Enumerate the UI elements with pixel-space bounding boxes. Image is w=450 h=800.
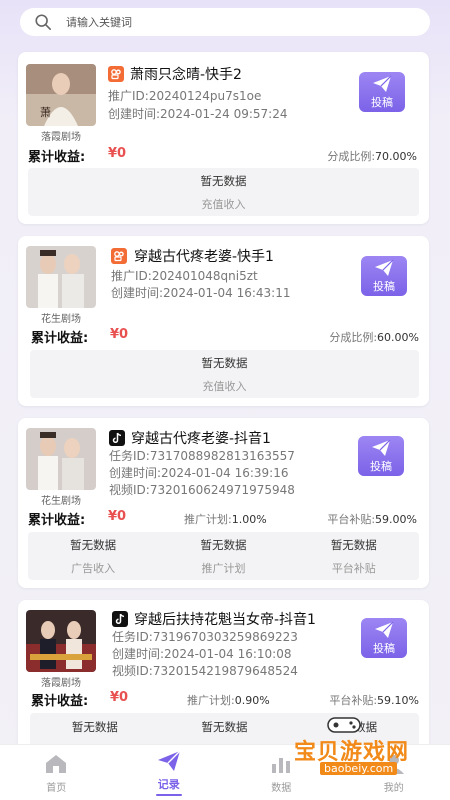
submit-label: 投稿 <box>373 279 395 293</box>
send-icon <box>375 621 394 638</box>
send-icon <box>373 75 392 92</box>
submit-label: 投稿 <box>370 459 392 473</box>
platform-subsidy-ratio: 平台补贴:59.00% <box>327 513 417 526</box>
earnings-value: ¥0 <box>108 146 127 161</box>
video-id: 视频ID:7320154219879648524 <box>112 664 298 678</box>
promo-id: 推广ID:202401048qni5zt <box>111 269 258 283</box>
drama-title: 穿越古代疼老婆-快手1 <box>134 249 274 265</box>
created-time: 创建时间:2024-01-04 16:39:16 <box>109 466 289 480</box>
thumbnail-caption: 落霞剧场 <box>41 678 81 689</box>
thumbnail-caption: 落霞剧场 <box>41 132 81 143</box>
promo-id: 推广ID:20240124pu7s1oe <box>108 89 262 103</box>
created-time: 创建时间:2024-01-04 16:43:11 <box>111 286 291 300</box>
stat-item: 暂无数据 平台补贴 <box>330 537 377 575</box>
submit-label: 投稿 <box>373 641 395 655</box>
created-time: 创建时间:2024-01-24 09:57:24 <box>108 107 288 121</box>
send-icon <box>157 750 181 771</box>
earnings-label: 累计收益: <box>31 331 89 346</box>
submit-button[interactable]: 投稿 <box>358 436 404 476</box>
drama-title: 穿越后扶持花魁当女帝-抖音1 <box>134 612 316 628</box>
stats-panel: 暂无数据 广告收入 暂无数据 推广计划 暂无数据 平台补贴 <box>28 532 419 580</box>
chart-icon <box>272 757 291 773</box>
card: 花生剧场 穿越古代疼老婆-抖音1 任务ID:731708898281316355… <box>18 418 429 588</box>
tab-mine[interactable]: 我的 <box>338 745 450 800</box>
send-icon <box>372 439 391 456</box>
douyin-icon <box>112 611 128 627</box>
tab-home[interactable]: 首页 <box>0 745 113 800</box>
search-input[interactable]: 请输入关键词 <box>66 14 132 30</box>
earnings-value: ¥0 <box>110 327 129 342</box>
kuaishou-icon <box>108 66 124 82</box>
stat-item: 暂无数据 充值收入 <box>201 355 248 393</box>
submit-button[interactable]: 投稿 <box>361 618 407 658</box>
user-icon <box>383 754 404 774</box>
search-bar[interactable]: 请输入关键词 <box>20 8 430 36</box>
stats-panel: 暂无数据 充值收入 <box>30 350 419 398</box>
stats-panel: 暂无数据 充值收入 <box>28 168 419 216</box>
search-icon <box>35 14 52 31</box>
submit-button[interactable]: 投稿 <box>359 72 405 112</box>
drama-thumbnail[interactable] <box>26 428 96 490</box>
drama-title: 萧雨只念晴-快手2 <box>130 67 242 83</box>
douyin-icon <box>109 430 125 446</box>
promo-plan-ratio: 推广计划:0.90% <box>187 694 270 707</box>
stat-item: 暂无数据 广告收入 <box>70 537 117 575</box>
home-icon <box>46 754 67 773</box>
stat-item: 暂无数据 推广计划 <box>200 537 247 575</box>
thumbnail-caption: 花生剧场 <box>41 314 81 325</box>
drama-thumbnail[interactable] <box>26 610 96 672</box>
svg-text:萧: 萧 <box>40 106 51 119</box>
active-tab-indicator <box>155 794 182 796</box>
promo-plan-ratio: 推广计划:1.00% <box>184 513 267 526</box>
share-ratio: 分成比例:60.00% <box>329 331 419 344</box>
tab-records[interactable]: 记录 <box>113 745 226 800</box>
send-icon <box>375 259 394 276</box>
task-id: 任务ID:7317088982813163557 <box>109 449 295 463</box>
drama-thumbnail[interactable]: 萧 <box>26 64 96 126</box>
bottom-tab-bar: 首页 记录 数据 我的 <box>0 744 450 800</box>
tab-data[interactable]: 数据 <box>225 745 338 800</box>
stat-item: 暂无数据 充值收入 <box>200 173 247 211</box>
drama-title: 穿越古代疼老婆-抖音1 <box>131 431 271 447</box>
earnings-value: ¥0 <box>110 690 129 705</box>
video-id: 视频ID:7320160624971975948 <box>109 483 295 497</box>
earnings-value: ¥0 <box>108 509 127 524</box>
card: 落霞剧场 穿越后扶持花魁当女帝-抖音1 任务ID:731967030325986… <box>18 600 429 760</box>
card: 萧 落霞剧场 萧雨只念晴-快手2 推广ID:20240124pu7s1oe 创建… <box>18 52 429 224</box>
submit-label: 投稿 <box>371 95 393 109</box>
share-ratio: 分成比例:70.00% <box>327 150 417 163</box>
platform-subsidy-ratio: 平台补贴:59.10% <box>329 694 419 707</box>
kuaishou-icon <box>111 248 127 264</box>
task-id: 任务ID:7319670303259869223 <box>112 630 298 644</box>
card: 花生剧场 穿越古代疼老婆-快手1 推广ID:202401048qni5zt 创建… <box>18 236 429 406</box>
earnings-label: 累计收益: <box>28 513 86 528</box>
thumbnail-caption: 花生剧场 <box>41 496 81 507</box>
submit-button[interactable]: 投稿 <box>361 256 407 296</box>
earnings-label: 累计收益: <box>28 150 86 165</box>
earnings-label: 累计收益: <box>31 694 89 709</box>
created-time: 创建时间:2024-01-04 16:10:08 <box>112 647 292 661</box>
drama-thumbnail[interactable] <box>26 246 96 308</box>
